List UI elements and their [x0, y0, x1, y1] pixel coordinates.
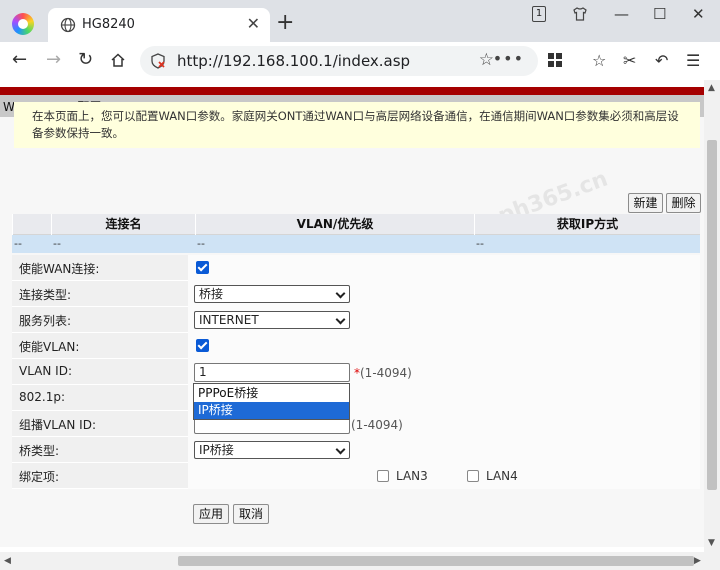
table-header-cell: VLAN/优先级	[195, 214, 474, 235]
form-row-binding: 绑定项: LAN3 LAN4	[12, 463, 700, 489]
lan3-checkbox[interactable]	[377, 470, 389, 482]
horizontal-scrollbar[interactable]: ◀ ▶	[0, 552, 720, 570]
vlan-id-input[interactable]: 1	[194, 363, 350, 382]
more-options-icon[interactable]: •••	[493, 49, 524, 68]
bridge-type-dropdown-list[interactable]: PPPoE桥接 IP桥接	[193, 383, 350, 420]
scroll-right-icon[interactable]: ▶	[694, 556, 701, 566]
table-cell: --	[14, 237, 22, 250]
new-button[interactable]: 新建	[628, 193, 663, 213]
chevron-down-icon	[335, 314, 346, 325]
menu-icon[interactable]: ☰	[686, 51, 700, 71]
form-row-conn-type: 连接类型: 桥接	[12, 281, 700, 307]
maximize-button[interactable]: ☐	[653, 5, 666, 23]
cancel-button[interactable]: 取消	[233, 504, 269, 524]
table-cell: --	[476, 237, 484, 250]
undo-icon[interactable]: ↶	[655, 51, 668, 71]
lan4-checkbox[interactable]	[467, 470, 479, 482]
chevron-down-icon	[335, 444, 346, 455]
form-row-service-list: 服务列表: INTERNET	[12, 307, 700, 333]
binding-label: 绑定项:	[19, 470, 60, 484]
notice-box: 在本页面上，您可以配置WAN口参数。家庭网关ONT通过WAN口与高层网络设备通信…	[14, 102, 700, 148]
tab-title: HG8240	[82, 17, 135, 32]
shield-warning-icon[interactable]	[150, 53, 166, 69]
table-cell: --	[197, 237, 205, 250]
table-header-cell: 连接名	[51, 214, 195, 235]
enable-wan-label: 使能WAN连接:	[19, 262, 100, 276]
back-arrow-icon[interactable]: ←	[12, 50, 27, 70]
conn-type-label: 连接类型:	[19, 288, 72, 302]
url-text[interactable]: http://192.168.100.1/index.asp	[177, 52, 410, 70]
vlan-id-hint: (1-4094)	[360, 366, 412, 380]
web-page: WAN > WAN配置 www.ph365.cn www. www.mh365.…	[0, 80, 720, 570]
mcast-vlan-hint: (1-4094)	[351, 418, 403, 432]
browser-titlebar: HG8240 ✕ + 1 — ☐ ✕	[0, 0, 720, 42]
mcast-vlan-label: 组播VLAN ID:	[19, 418, 96, 432]
service-list-label: 服务列表:	[19, 314, 72, 328]
scroll-left-icon[interactable]: ◀	[4, 556, 11, 566]
apps-grid-icon[interactable]	[548, 53, 562, 67]
bridge-type-select[interactable]: IP桥接	[194, 441, 350, 459]
scroll-down-icon[interactable]: ▼	[708, 538, 715, 548]
lan4-label: LAN4	[486, 469, 518, 483]
bridge-type-label: 桥类型:	[19, 444, 60, 458]
vlan-id-label: VLAN ID:	[19, 364, 72, 378]
globe-icon	[60, 17, 76, 33]
form-row-enable-wan: 使能WAN连接:	[12, 255, 700, 281]
dropdown-option-pppoe[interactable]: PPPoE桥接	[194, 385, 349, 402]
home-icon[interactable]	[110, 52, 126, 68]
reload-icon[interactable]: ↻	[78, 50, 93, 70]
form-row-vlan-id: VLAN ID: 1 *(1-4094)	[12, 359, 700, 385]
lan3-label: LAN3	[396, 469, 428, 483]
table-cell: --	[53, 237, 61, 250]
scroll-up-icon[interactable]: ▲	[708, 83, 715, 93]
service-list-select[interactable]: INTERNET	[194, 311, 350, 329]
minimize-button[interactable]: —	[614, 5, 629, 23]
table-row[interactable]: -- -- -- --	[12, 235, 700, 253]
delete-button[interactable]: 删除	[666, 193, 701, 213]
vertical-scrollbar[interactable]: ▲ ▼	[704, 80, 720, 552]
tab-close-icon[interactable]: ✕	[247, 15, 260, 33]
conn-type-select[interactable]: 桥接	[194, 285, 350, 303]
tab-count-button[interactable]: 1	[532, 6, 546, 22]
new-tab-button[interactable]: +	[276, 12, 294, 34]
favorites-star-icon[interactable]: ☆	[592, 51, 606, 71]
browser-toolbar: ← → ↻ http://192.168.100.1/index.asp ☆ •…	[0, 42, 720, 80]
scissors-icon[interactable]: ✂	[623, 51, 636, 71]
dot1p-label: 802.1p:	[19, 390, 66, 404]
header-red-bar	[0, 87, 704, 95]
horizontal-scroll-thumb[interactable]	[178, 556, 694, 566]
table-header-cell	[12, 214, 51, 235]
vertical-scroll-thumb[interactable]	[707, 140, 717, 490]
form-row-bridge-type: 桥类型: IP桥接	[12, 437, 700, 463]
forward-arrow-icon[interactable]: →	[46, 50, 61, 70]
chevron-down-icon	[335, 288, 346, 299]
table-header: 连接名 VLAN/优先级 获取IP方式	[12, 214, 700, 235]
browser-tab[interactable]: HG8240 ✕	[48, 8, 270, 42]
dropdown-option-ip-bridge[interactable]: IP桥接	[194, 402, 349, 419]
address-bar[interactable]: http://192.168.100.1/index.asp ☆ •••	[140, 46, 538, 76]
close-window-button[interactable]: ✕	[692, 5, 705, 23]
apply-button[interactable]: 应用	[193, 504, 229, 524]
browser-logo-icon	[12, 13, 34, 35]
shirt-icon[interactable]	[572, 6, 588, 22]
form-row-mcast-vlan: 组播VLAN ID: (1-4094)	[12, 411, 700, 437]
enable-vlan-checkbox[interactable]	[196, 339, 209, 352]
table-header-cell: 获取IP方式	[474, 214, 700, 235]
form-row-8021p: 802.1p: 0	[12, 385, 700, 411]
enable-wan-checkbox[interactable]	[196, 261, 209, 274]
form-row-enable-vlan: 使能VLAN:	[12, 333, 700, 359]
enable-vlan-label: 使能VLAN:	[19, 340, 80, 354]
